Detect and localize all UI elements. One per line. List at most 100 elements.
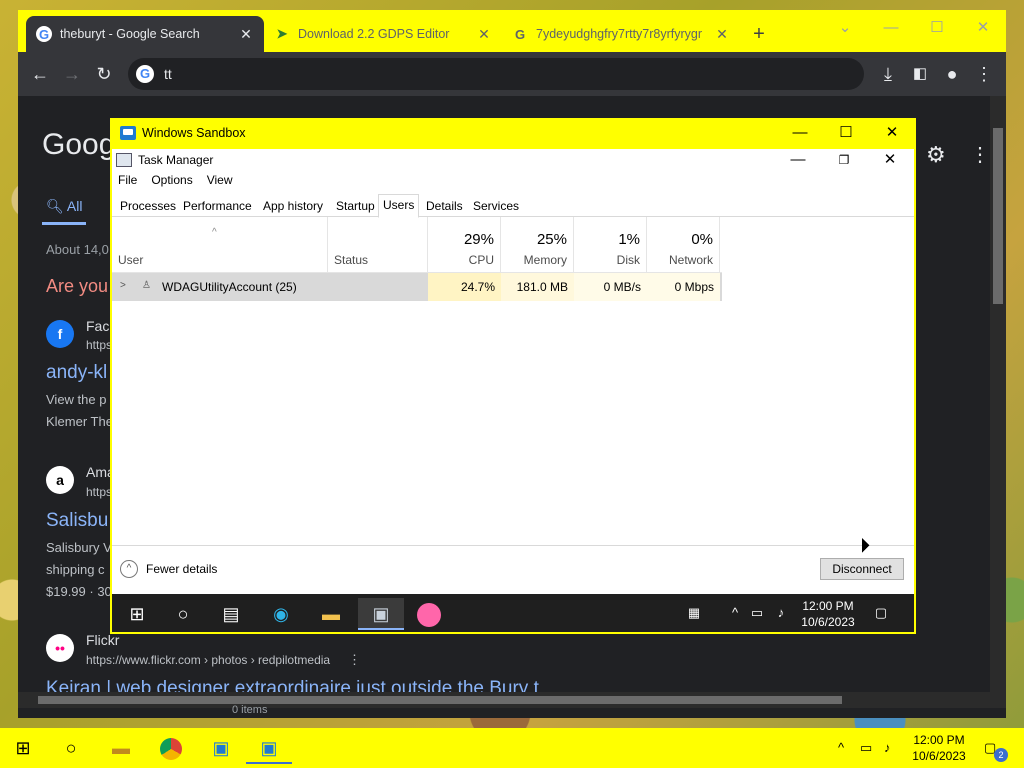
tm-minimize-button[interactable]: — xyxy=(776,149,820,171)
scrollbar-thumb[interactable] xyxy=(993,128,1003,304)
column-memory[interactable]: 25% Memory xyxy=(501,217,574,273)
result-more-icon[interactable]: ⋮ xyxy=(348,652,361,668)
profile-icon[interactable]: ● xyxy=(938,60,966,88)
vertical-scrollbar[interactable] xyxy=(990,96,1006,692)
tab-performance[interactable]: Performance xyxy=(179,196,256,217)
reload-icon[interactable]: ↻ xyxy=(90,60,118,88)
menu-options[interactable]: Options xyxy=(151,173,192,187)
sandbox-clock[interactable]: 12:00 PM 10/6/2023 xyxy=(800,598,856,630)
sandbox-maximize-button[interactable]: ☐ xyxy=(824,122,868,144)
column-user[interactable]: User xyxy=(112,217,328,273)
table-row[interactable]: > ♙ WDAGUtilityAccount (25) 24.7% 181.0 … xyxy=(112,273,722,301)
close-tab-icon[interactable]: ✕ xyxy=(476,26,492,43)
task-manager-window: Task Manager — ❐ ✕ File Options View Pro… xyxy=(112,149,914,594)
forward-arrow-icon[interactable]: → xyxy=(58,60,86,88)
notifications-icon[interactable]: ▢ 2 xyxy=(984,728,1008,768)
google-logo: Goog xyxy=(42,128,116,161)
result-url: https xyxy=(86,485,113,499)
result-title-link[interactable]: Keiran | web designer extraordinaire jus… xyxy=(46,678,539,692)
settings-gear-icon[interactable]: ⚙ xyxy=(926,142,946,168)
tray-chevron-icon[interactable]: ^ xyxy=(838,728,844,768)
result-snippet: shipping c xyxy=(46,562,105,577)
column-disk[interactable]: 1% Disk xyxy=(574,217,647,273)
back-arrow-icon[interactable]: ← xyxy=(26,60,54,88)
side-panel-icon[interactable]: ◧ xyxy=(906,60,934,88)
browser-toolbar: ← → ↻ G ⤓ ◧ ● ⋮ xyxy=(18,52,1006,96)
tab-details[interactable]: Details xyxy=(422,196,467,217)
volume-muted-icon[interactable]: ♪ xyxy=(884,728,891,768)
volume-icon[interactable]: ♪ xyxy=(770,594,792,632)
horizontal-scrollbar[interactable] xyxy=(18,692,1006,708)
address-bar[interactable]: G xyxy=(128,58,864,90)
browser-tab-gdps-editor[interactable]: ➤ Download 2.2 GDPS Editor ✕ xyxy=(264,16,502,52)
result-title-link[interactable]: andy-kl xyxy=(46,362,107,384)
sandbox-minimize-button[interactable]: — xyxy=(778,122,822,144)
chrome-icon[interactable] xyxy=(148,732,194,764)
browser-tab-search-2[interactable]: G 7ydeyudghgfry7rtty7r8yrfyrygr ✕ xyxy=(502,16,740,52)
search-icon: 🔍︎ xyxy=(46,198,64,214)
close-button[interactable]: ✕ xyxy=(960,14,1006,42)
tab-search-chevron-icon[interactable]: ⌄ xyxy=(822,14,868,42)
disconnect-button[interactable]: Disconnect xyxy=(820,558,904,580)
file-explorer-icon[interactable]: ▬ xyxy=(98,732,144,764)
user-icon: ♙ xyxy=(142,280,151,291)
tray-chevron-icon[interactable]: ^ xyxy=(726,594,744,632)
column-cpu[interactable]: 29% CPU xyxy=(428,217,501,273)
sandbox-taskbar: ⊞ ○ ▤ ◉ ▬ ▣ ▦ ^ ▭ ♪ 12:00 PM 10/6/2023 ▢ xyxy=(112,594,914,632)
chevron-up-icon: ^ xyxy=(120,560,138,578)
menu-file[interactable]: File xyxy=(118,173,137,187)
host-clock[interactable]: 12:00 PM 10/6/2023 xyxy=(906,732,972,764)
task-manager-taskbar-icon[interactable]: ▣ xyxy=(358,598,404,630)
tm-tab-strip: Processes Performance App history Startu… xyxy=(112,193,914,218)
scrollbar-thumb[interactable] xyxy=(38,696,842,704)
edge-icon[interactable]: ◉ xyxy=(258,598,304,630)
menu-view[interactable]: View xyxy=(207,173,233,187)
gdps-icon: ➤ xyxy=(276,26,288,41)
apps-grid-icon[interactable]: ⋮⋮ xyxy=(970,142,990,167)
sandbox-taskbar-icon[interactable]: ▣ xyxy=(198,732,244,764)
file-explorer-icon[interactable]: ▬ xyxy=(308,598,354,630)
tab-processes[interactable]: Processes xyxy=(116,196,180,217)
close-tab-icon[interactable]: ✕ xyxy=(714,26,730,43)
tab-services[interactable]: Services xyxy=(469,196,523,217)
news-widget-icon[interactable]: ▦ xyxy=(678,594,710,632)
did-you-mean[interactable]: Are you xyxy=(46,276,108,297)
result-site: Flickr xyxy=(86,632,120,648)
tab-all[interactable]: 🔍︎ All xyxy=(46,198,82,215)
tab-users[interactable]: Users xyxy=(378,194,420,218)
task-view-icon[interactable]: ▤ xyxy=(208,598,254,630)
sandbox-window: Windows Sandbox — ☐ ✕ Task Manager — ❐ ✕… xyxy=(110,118,916,634)
maximize-button[interactable]: ☐ xyxy=(914,14,960,42)
menu-kebab-icon[interactable]: ⋮ xyxy=(970,60,998,88)
network-icon[interactable]: ▭ xyxy=(860,728,872,768)
result-title-link[interactable]: Salisbu xyxy=(46,510,108,532)
close-tab-icon[interactable]: ✕ xyxy=(238,26,254,43)
facebook-icon: f xyxy=(46,320,74,348)
download-icon[interactable]: ⤓ xyxy=(874,60,902,88)
tab-startup[interactable]: Startup xyxy=(332,196,379,217)
windows-start-icon[interactable]: ⊞ xyxy=(114,598,160,630)
browser-tab-google-search[interactable]: G theburyt - Google Search ✕ xyxy=(26,16,264,52)
tm-restore-button[interactable]: ❐ xyxy=(822,149,866,171)
osu-icon[interactable] xyxy=(406,598,452,630)
sandbox-active-taskbar-icon[interactable]: ▣ xyxy=(246,732,292,764)
windows-start-icon[interactable]: ⊞ xyxy=(0,732,46,764)
search-icon[interactable]: ○ xyxy=(48,732,94,764)
tm-close-button[interactable]: ✕ xyxy=(868,149,912,171)
google-icon: G xyxy=(136,65,154,83)
search-icon[interactable]: ○ xyxy=(160,598,206,630)
network-icon[interactable]: ▭ xyxy=(748,594,766,632)
google-icon: G xyxy=(514,26,526,42)
result-snippet: View the p xyxy=(46,392,107,407)
expand-chevron-icon[interactable]: > xyxy=(120,280,126,291)
minimize-button[interactable]: — xyxy=(868,14,914,42)
column-status[interactable]: Status xyxy=(328,217,428,273)
fewer-details-button[interactable]: ^ Fewer details xyxy=(120,560,217,578)
sandbox-close-button[interactable]: ✕ xyxy=(870,122,914,144)
address-input[interactable] xyxy=(164,66,844,82)
new-tab-button[interactable]: + xyxy=(748,24,770,46)
tab-app-history[interactable]: App history xyxy=(259,196,327,217)
column-network[interactable]: 0% Network xyxy=(647,217,720,273)
notifications-icon[interactable]: ▢ xyxy=(870,594,892,632)
row-memory: 181.0 MB xyxy=(516,280,568,294)
